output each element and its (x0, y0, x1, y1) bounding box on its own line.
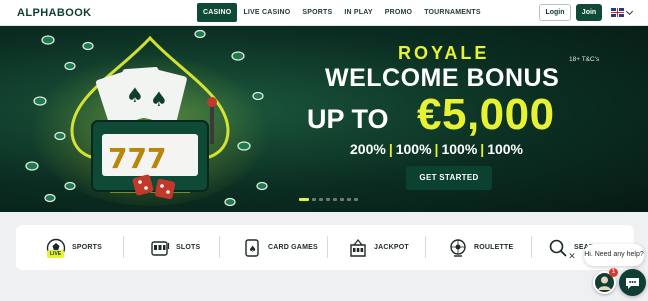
category-roulette[interactable]: ROULETTE (448, 225, 513, 270)
nav-sports[interactable]: SPORTS (296, 3, 338, 22)
chevron-down-icon[interactable] (625, 7, 634, 16)
carousel-dot[interactable] (326, 198, 330, 201)
nav-in-play[interactable]: IN PLAY (338, 3, 378, 22)
carousel-dots (299, 198, 358, 201)
percentage-3: 100% (441, 141, 478, 157)
promo-title: WELCOME BONUS (325, 64, 560, 92)
promo-kicker: ROYALE (398, 43, 490, 63)
live-badge: LIVE (47, 250, 65, 258)
category-label: SLOTS (176, 244, 201, 251)
main-nav: CASINO LIVE CASINO SPORTS IN PLAY PROMO … (197, 3, 487, 22)
nav-live-casino[interactable]: LIVE CASINO (237, 3, 296, 22)
nav-tournaments[interactable]: TOURNAMENTS (418, 3, 487, 22)
chat-prompt[interactable]: Hi. Need any help? (584, 244, 644, 266)
nav-promo[interactable]: PROMO (379, 3, 418, 22)
category-jackpot[interactable]: JACKPOT (348, 225, 409, 270)
percentage-2: 100% (395, 141, 432, 157)
category-label: ROULETTE (474, 244, 514, 251)
category-label: CARD GAMES (268, 244, 318, 251)
join-button[interactable]: Join (576, 4, 602, 21)
percentage-1: 200% (350, 141, 386, 157)
login-button[interactable]: Login (539, 4, 571, 21)
notification-badge: 1 (609, 268, 618, 277)
category-label: SPORTS (72, 244, 102, 251)
casino-artwork: ♠ ♠ 777 (25, 29, 270, 207)
carousel-dot[interactable] (312, 198, 316, 201)
search-icon (549, 239, 567, 257)
category-bar: SPORTS LIVE SLOTS ♠ CARD GAMES JACKPOT R… (16, 225, 634, 270)
carousel-dot[interactable] (354, 198, 358, 201)
chat-button[interactable] (619, 269, 646, 296)
carousel-dot[interactable] (299, 198, 309, 201)
svg-text:♠: ♠ (126, 83, 144, 107)
promo-amount: €5,000 (417, 90, 555, 139)
uk-flag-icon[interactable] (611, 8, 624, 17)
percentage-4: 100% (487, 141, 524, 157)
svg-text:777: 777 (108, 142, 166, 175)
slot-machine-icon (151, 240, 170, 256)
carousel-dot[interactable] (333, 198, 337, 201)
promo-percentages: 200% | 100% | 100% | 100% (350, 141, 524, 157)
promo-upto: UP TO (307, 104, 389, 134)
roulette-icon (450, 238, 466, 257)
svg-text:♠: ♠ (249, 245, 257, 255)
jackpot-icon (350, 238, 366, 257)
terms-note[interactable]: 18+ T&C's (569, 56, 599, 63)
playing-cards-icon: ♠ (245, 238, 259, 257)
category-card-games[interactable]: ♠ CARD GAMES (242, 225, 318, 270)
chat-icon (626, 278, 639, 289)
chat-close-icon[interactable]: ✕ (566, 250, 578, 262)
nav-casino[interactable]: CASINO (197, 3, 238, 22)
carousel-dot[interactable] (319, 198, 323, 201)
carousel-dot[interactable] (340, 198, 344, 201)
svg-text:♠: ♠ (150, 87, 168, 111)
carousel-dot[interactable] (347, 198, 351, 201)
category-slots[interactable]: SLOTS (150, 225, 200, 270)
site-logo[interactable]: ALPHABOOK (17, 7, 92, 19)
get-started-button[interactable]: GET STARTED (406, 166, 492, 190)
category-label: JACKPOT (374, 244, 409, 251)
hero-banner[interactable]: ♠ ♠ 777 18+ T&C's ROYALE WELCOME BONUS U… (0, 26, 648, 212)
category-sports[interactable]: SPORTS (46, 225, 102, 270)
top-header: ALPHABOOK CASINO LIVE CASINO SPORTS IN P… (0, 0, 648, 26)
